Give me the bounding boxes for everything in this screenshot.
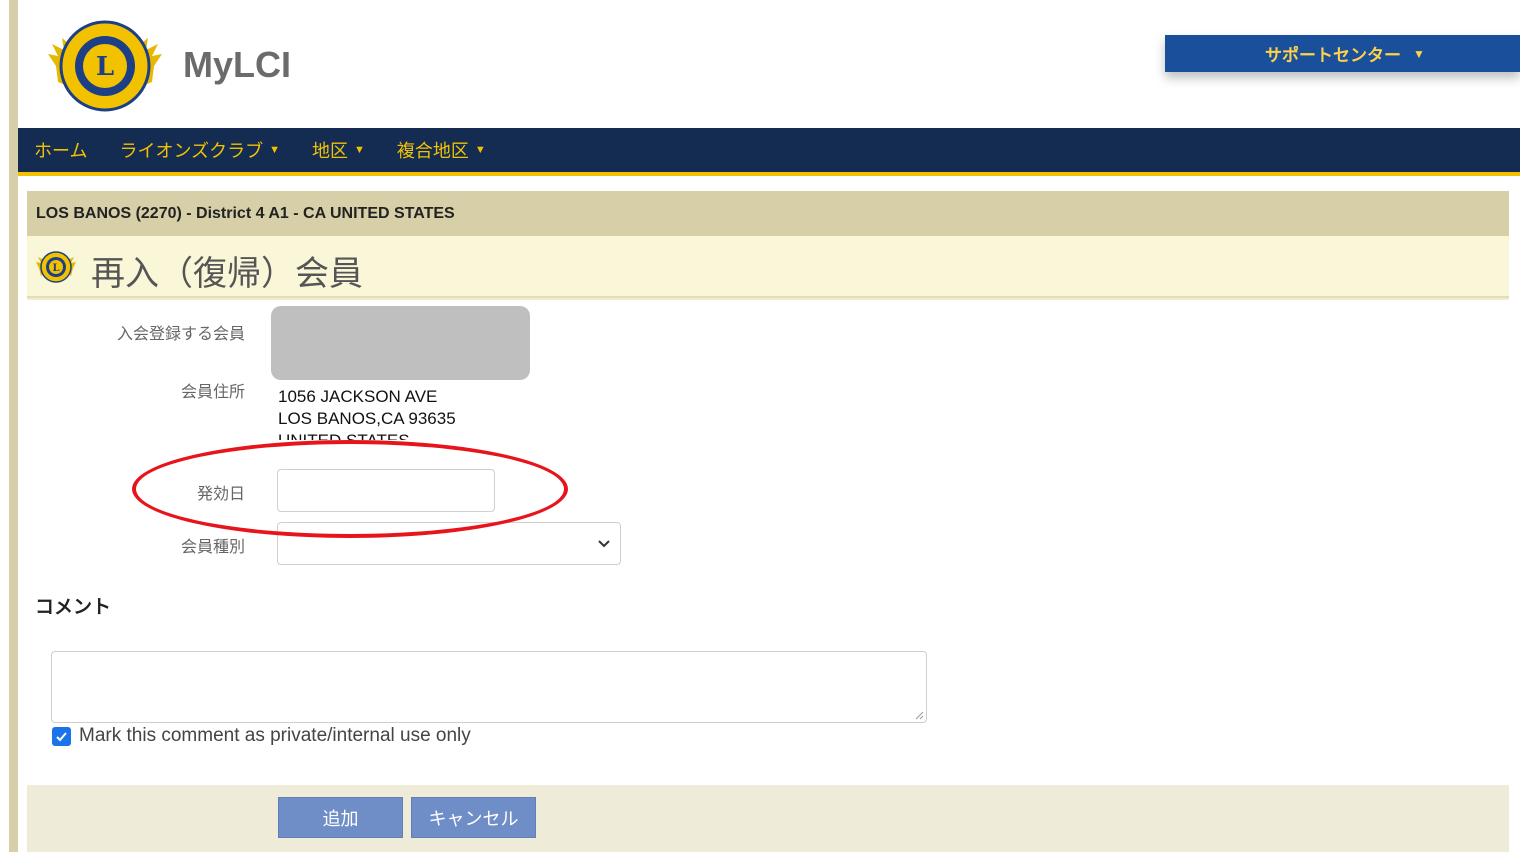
page-title-bar: L 再入（復帰）会員 (27, 236, 1509, 298)
effective-date-label: 発効日 (196, 486, 245, 503)
caret-down-icon: ▼ (269, 144, 280, 156)
address-label: 会員住所 (180, 384, 245, 401)
add-button-label: 追加 (322, 808, 359, 829)
member-label: 入会登録する会員 (116, 326, 245, 343)
left-rail (9, 0, 18, 852)
nav-item-lions-club[interactable]: ライオンズクラブ ▼ (119, 137, 280, 163)
nav-item-district[interactable]: 地区 ▼ (312, 137, 365, 163)
effective-date-input[interactable] (277, 469, 495, 512)
member-address: 1056 JACKSON AVE LOS BANOS,CA 93635 UNIT… (278, 386, 456, 440)
page-panel: LOS BANOS (2270) - District 4 A1 - CA UN… (27, 191, 1509, 852)
nav-item-label: 地区 (312, 141, 348, 161)
private-comment-checkbox[interactable] (52, 726, 71, 746)
cancel-button-label: キャンセル (428, 808, 519, 829)
page-title: 再入（復帰）会員 (91, 255, 363, 293)
nav-item-label: ホーム (34, 141, 88, 161)
header: L MyLCI サポートセンター ▼ (18, 0, 1520, 128)
cancel-button[interactable]: キャンセル (411, 797, 536, 838)
private-comment-option[interactable]: Mark this comment as private/internal us… (52, 725, 471, 747)
member-type-select[interactable] (277, 522, 621, 565)
lions-logo-icon: L (36, 251, 76, 283)
member-type-label: 会員種別 (180, 539, 245, 556)
nav-item-multiple-district[interactable]: 複合地区 ▼ (397, 137, 486, 163)
address-line: 1056 JACKSON AVE (278, 387, 438, 406)
nav-item-label: 複合地区 (396, 141, 469, 161)
comment-textarea[interactable] (51, 651, 927, 723)
club-info-text: LOS BANOS (2270) - District 4 A1 - CA UN… (36, 204, 455, 222)
app-title: MyLCI (183, 44, 291, 85)
private-comment-label: Mark this comment as private/internal us… (79, 725, 471, 746)
address-line: UNITED STATES (278, 430, 456, 440)
nav-item-label: ライオンズクラブ (119, 141, 264, 161)
support-center-button[interactable]: サポートセンター ▼ (1165, 35, 1520, 72)
redacted-member-name (271, 306, 530, 380)
resize-grip-icon[interactable] (914, 710, 924, 720)
caret-down-icon: ▼ (354, 144, 365, 156)
lions-logo-icon[interactable]: L (48, 14, 162, 118)
nav-item-home[interactable]: ホーム (34, 137, 87, 163)
comment-heading: コメント (35, 597, 112, 618)
address-line: LOS BANOS,CA 93635 (278, 409, 456, 428)
add-button[interactable]: 追加 (278, 797, 403, 838)
checkmark-icon (56, 731, 67, 741)
club-info-bar: LOS BANOS (2270) - District 4 A1 - CA UN… (27, 191, 1509, 236)
member-form: 入会登録する会員 会員住所 1056 JACKSON AVE LOS BANOS… (27, 300, 1509, 785)
main-nav: ホーム ライオンズクラブ ▼ 地区 ▼ 複合地区 ▼ (18, 128, 1520, 176)
chevron-down-icon (598, 540, 610, 548)
svg-text:L: L (52, 263, 59, 274)
support-center-label: サポートセンター (1265, 46, 1401, 65)
caret-down-icon: ▼ (474, 144, 486, 156)
caret-down-icon: ▼ (1413, 46, 1425, 61)
svg-text:L: L (96, 52, 114, 82)
